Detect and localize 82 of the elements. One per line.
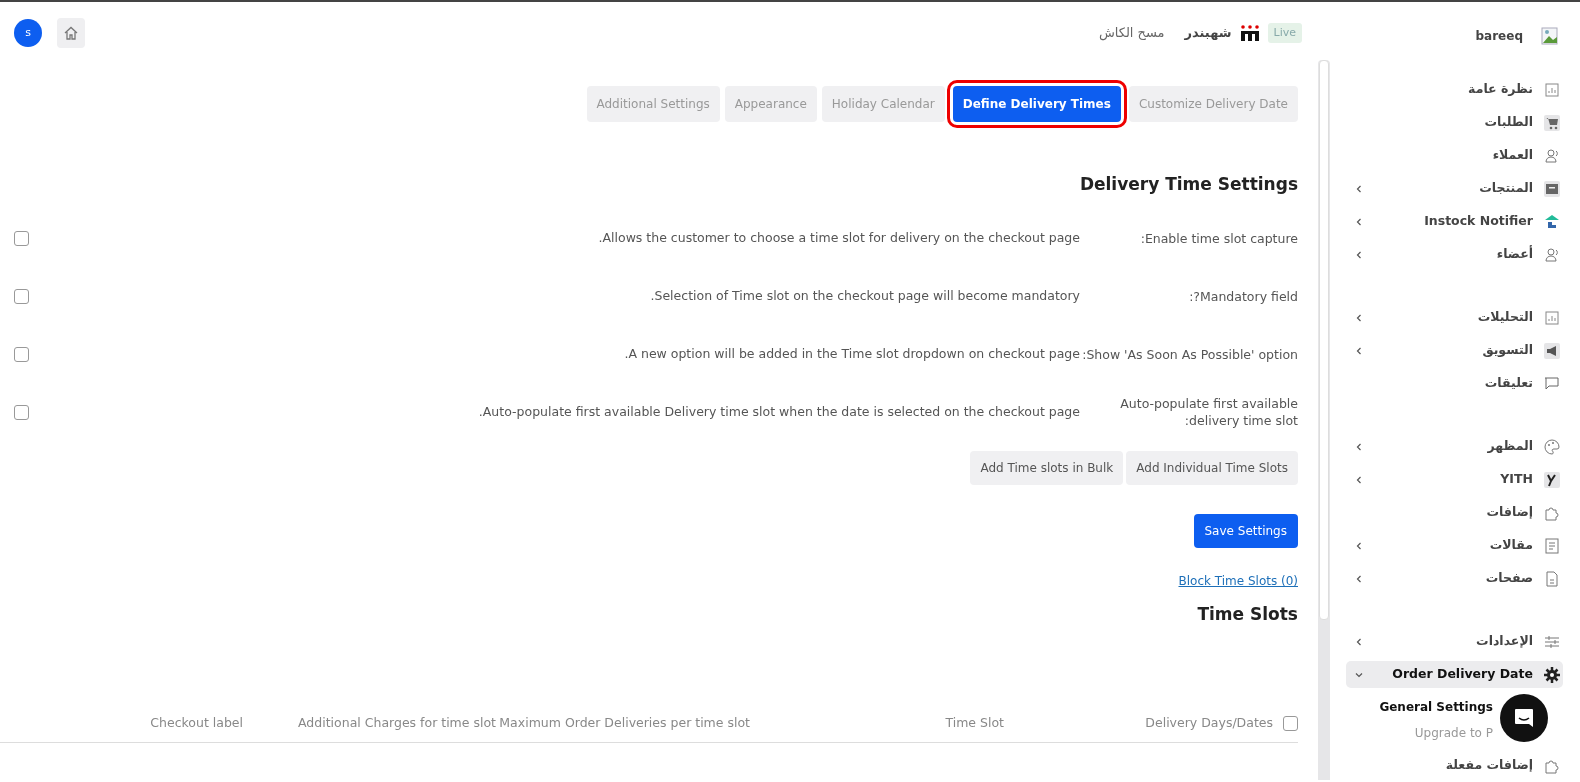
column-header: Delivery Days/Dates (1145, 713, 1273, 732)
sidebar-item-label: مقالات (1489, 536, 1533, 555)
sidebar-item-label: المنتجات (1479, 179, 1533, 198)
sidebar-item-label: أعضاء (1496, 245, 1533, 264)
sidebar-item[interactable]: Instock Notifier (1346, 208, 1563, 235)
sidebar-item[interactable]: التسويق (1346, 337, 1563, 364)
column-header: Maximum Order Deliveries per time slot (499, 713, 750, 732)
sidebar-item[interactable]: إضافات (1346, 499, 1563, 526)
sidebar-item[interactable]: الطلبات (1346, 109, 1563, 136)
sidebar-item[interactable]: أعضاء (1346, 241, 1563, 268)
chart-icon (1543, 308, 1561, 327)
column-header: Time Slot (945, 713, 1004, 732)
checkbox[interactable] (14, 346, 29, 362)
sidebar-item[interactable]: التحليلات (1346, 304, 1563, 331)
sidebar-item[interactable]: الإعدادات (1346, 628, 1563, 655)
palette-icon (1543, 437, 1561, 456)
chat-button[interactable] (1500, 694, 1548, 742)
chart-icon (1543, 80, 1561, 99)
setting-label: Mandatory field?: (1188, 287, 1298, 306)
setting-label: Enable time slot capture: (1139, 229, 1298, 248)
sidebar-item[interactable]: إضافات مفعلة (1346, 752, 1563, 779)
home-icon (64, 26, 78, 40)
chat-icon (1513, 707, 1535, 729)
sidebar-item-label: إضافات (1486, 503, 1533, 522)
clear-cache-link[interactable]: مسح الكاش (1098, 23, 1165, 43)
live-badge: Live (1267, 22, 1302, 44)
users-icon (1543, 146, 1561, 165)
broken-image-icon (1541, 27, 1559, 45)
sidebar-item-label: العملاء (1492, 146, 1533, 165)
sidebar-item[interactable]: العملاء (1346, 142, 1563, 169)
setting-label: Auto-populate first available delivery time slot: (1119, 394, 1298, 430)
setting-description: Auto-populate first available Delivery time slot when the date is selected on the checkout page. (477, 403, 1080, 421)
brand-logo-icon (1239, 24, 1260, 42)
sidebar-item-label: Order Delivery Date (1392, 665, 1533, 684)
block-time-slots-link[interactable]: Block Time Slots (0) (1178, 574, 1298, 589)
sidebar-item[interactable]: المظهر (1346, 433, 1563, 460)
home-button[interactable] (57, 18, 85, 48)
checkbox[interactable] (14, 288, 29, 304)
sidebar-item-label: الإعدادات (1476, 632, 1533, 651)
sidebar-item-label: صفحات (1485, 569, 1533, 588)
section-title: Time Slots (1196, 604, 1298, 625)
sidebar-item-label: نظرة عامة (1468, 80, 1533, 99)
sidebar-item-label: الطلبات (1484, 113, 1533, 132)
gear-icon (1543, 665, 1561, 684)
sidebar-item[interactable]: YITH (1346, 466, 1563, 493)
select-all-checkbox[interactable] (1283, 715, 1298, 731)
y-letter-icon (1543, 470, 1561, 489)
sidebar-item-label: Instock Notifier (1424, 212, 1533, 231)
sidebar-item[interactable]: نظرة عامة (1346, 76, 1563, 103)
cart-icon (1543, 113, 1561, 132)
sidebar-item-label: إضافات مفعلة (1445, 756, 1533, 775)
save-button[interactable]: Save Settings (1193, 514, 1298, 549)
setting-label: Show 'As Soon As Possible' option: (1081, 345, 1298, 364)
column-header: Additional Charges for time slot (298, 713, 496, 732)
submenu-item[interactable]: General Settings (1346, 694, 1563, 720)
sidebar-item[interactable]: مقالات (1346, 532, 1563, 559)
sidebar-item[interactable]: صفحات (1346, 565, 1563, 592)
setting-description: Allows the customer to choose a time slot for delivery on the checkout page. (597, 229, 1080, 247)
sidebar-item[interactable]: تعليقات (1346, 370, 1563, 397)
sidebar-item[interactable]: المنتجات (1346, 175, 1563, 202)
sidebar-item-label: التحليلات (1477, 308, 1533, 327)
checkbox[interactable] (14, 404, 29, 420)
document-icon (1543, 536, 1561, 555)
add-slots-button[interactable]: Add Time slots in Bulk (970, 451, 1124, 486)
section-title: Delivery Time Settings (1078, 174, 1298, 195)
add-slots-button[interactable]: Add Individual Time Slots (1126, 451, 1298, 486)
users-icon (1543, 245, 1561, 264)
user-avatar[interactable]: s (14, 19, 42, 47)
column-header: Checkout label (150, 713, 243, 732)
setting-description: Selection of Time slot on the checkout page will become mandatory. (649, 287, 1080, 305)
sidebar-item[interactable]: Order Delivery Date (1346, 661, 1563, 688)
setting-description: A new option will be added in the Time slot dropdown on checkout page. (623, 345, 1080, 363)
site-name: bareeq (1475, 28, 1523, 45)
sidebar-item-label: المظهر (1487, 437, 1533, 456)
sidebar-item-label: تعليقات (1484, 374, 1533, 393)
megaphone-icon (1543, 341, 1561, 360)
brand-name: شهبندر (1184, 24, 1232, 43)
file-icon (1543, 569, 1561, 588)
sidebar-item-label: YITH (1500, 470, 1533, 489)
box-icon (1543, 179, 1561, 198)
checkbox[interactable] (14, 230, 29, 246)
sidebar-item-label: التسويق (1482, 341, 1533, 360)
